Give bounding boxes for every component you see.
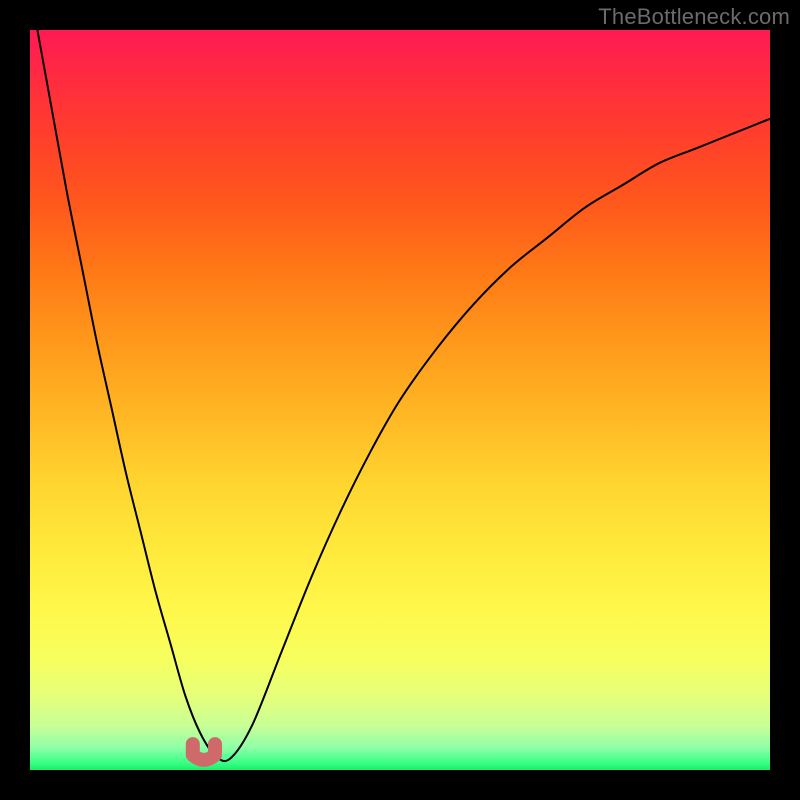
- watermark-text: TheBottleneck.com: [598, 4, 790, 30]
- chart-svg: [30, 30, 770, 770]
- highlight-marker: [193, 744, 215, 760]
- chart-container: TheBottleneck.com: [0, 0, 800, 800]
- chart-plot-area: [30, 30, 770, 770]
- bottleneck-curve-line: [37, 30, 770, 761]
